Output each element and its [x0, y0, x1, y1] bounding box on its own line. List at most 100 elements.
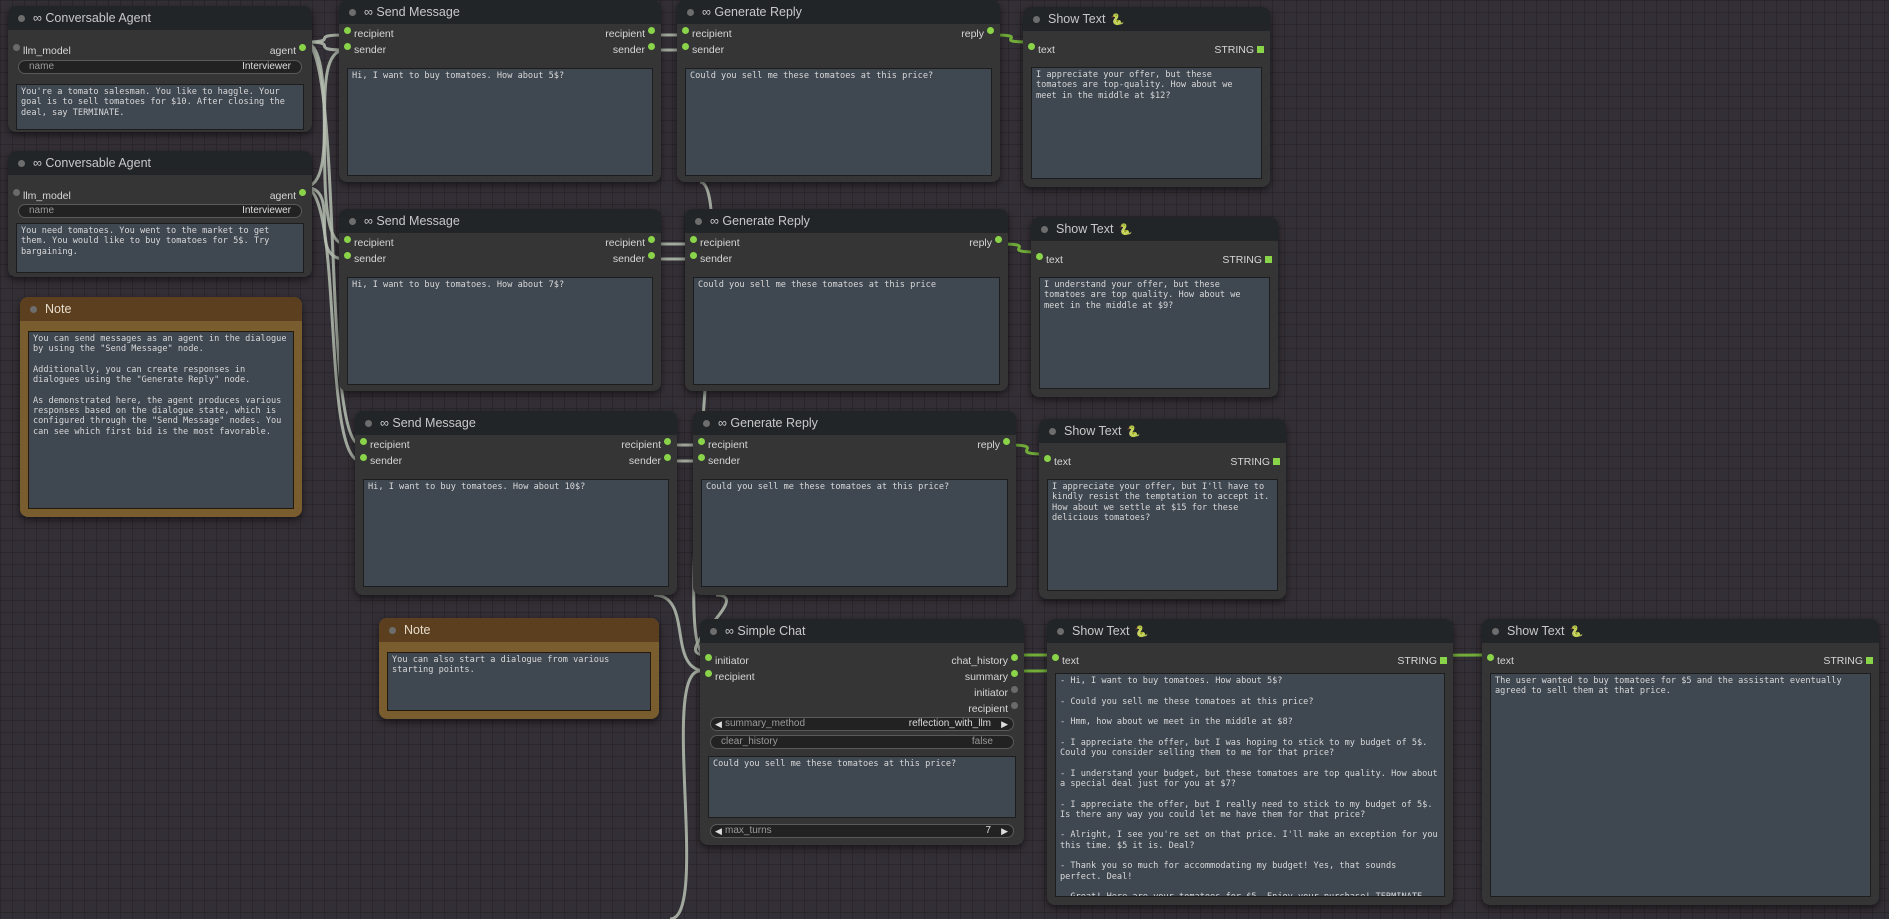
node-header[interactable]: Show Text 🐍 — [1047, 619, 1453, 643]
summary-method-combo[interactable]: ◀ summary_method reflection_with_llm ▶ — [710, 717, 1014, 731]
sender-input-slot[interactable] — [344, 43, 351, 50]
reply-output-slot[interactable] — [1003, 438, 1010, 445]
show-text-node-3[interactable]: Show Text 🐍 text STRING I appreciate your… — [1039, 419, 1286, 599]
name-widget[interactable]: name Interviewer — [18, 60, 302, 74]
send-message-node-10[interactable]: ∞ Send Message recipient recipient sende… — [355, 411, 677, 595]
clear-history-toggle[interactable]: clear_history false — [710, 735, 1014, 749]
collapse-dot-icon[interactable] — [710, 627, 717, 635]
text-input-slot[interactable] — [1036, 253, 1043, 260]
sender-input-slot[interactable] — [690, 252, 697, 259]
sender-input-slot[interactable] — [344, 252, 351, 259]
collapse-dot-icon[interactable] — [30, 305, 37, 313]
collapse-dot-icon[interactable] — [389, 626, 396, 634]
decrement-arrow-icon[interactable]: ◀ — [715, 825, 722, 837]
recipient-output-slot[interactable] — [664, 438, 671, 445]
sender-input-slot[interactable] — [682, 43, 689, 50]
increment-arrow-icon[interactable]: ▶ — [1001, 825, 1008, 837]
text-input-slot[interactable] — [1052, 654, 1059, 661]
recipient-input-slot[interactable] — [682, 27, 689, 34]
conversable-agent-node-seller[interactable]: ∞ Conversable Agent llm_model agent name… — [8, 6, 312, 132]
show-text-textarea[interactable]: The user wanted to buy tomatoes for $5 a… — [1490, 673, 1871, 897]
node-header[interactable]: Show Text 🐍 — [1482, 619, 1879, 643]
node-header[interactable]: Note — [20, 297, 302, 321]
string-output-list-slot[interactable] — [1440, 657, 1447, 664]
show-text-textarea[interactable]: - Hi, I want to buy tomatoes. How about … — [1055, 673, 1445, 897]
node-header[interactable]: ∞ Generate Reply — [677, 0, 1000, 24]
system-message-textarea[interactable]: You're a tomato salesman. You like to ha… — [16, 84, 304, 130]
text-input-slot[interactable] — [1044, 455, 1051, 462]
llm-model-input-slot[interactable] — [13, 189, 20, 196]
string-output-list-slot[interactable] — [1265, 256, 1272, 263]
text-input-slot[interactable] — [1487, 654, 1494, 661]
recipient-input-slot[interactable] — [698, 438, 705, 445]
conversable-agent-node-buyer[interactable]: ∞ Conversable Agent llm_model agent name… — [8, 151, 312, 277]
note-textarea[interactable]: You can also start a dialogue from vario… — [387, 652, 651, 711]
message-textarea[interactable]: Hi, I want to buy tomatoes. How about 5$… — [347, 68, 653, 176]
show-text-node-1[interactable]: Show Text 🐍 text STRING I appreciate your… — [1023, 7, 1270, 187]
string-output-list-slot[interactable] — [1273, 458, 1280, 465]
generate-reply-node-1[interactable]: ∞ Generate Reply recipient reply sender … — [677, 0, 1000, 182]
collapse-dot-icon[interactable] — [1492, 627, 1499, 635]
string-output-list-slot[interactable] — [1866, 657, 1873, 664]
node-header[interactable]: ∞ Send Message — [339, 0, 661, 24]
text-input-slot[interactable] — [1028, 43, 1035, 50]
node-header[interactable]: ∞ Generate Reply — [685, 209, 1008, 233]
node-header[interactable]: Show Text 🐍 — [1031, 217, 1278, 241]
initiator-input-slot[interactable] — [705, 654, 712, 661]
recipient-output-slot[interactable] — [648, 236, 655, 243]
collapse-dot-icon[interactable] — [365, 419, 372, 427]
node-header[interactable]: ∞ Generate Reply — [693, 411, 1016, 435]
note-node-starting-points[interactable]: Note You can also start a dialogue from … — [379, 618, 659, 719]
message-textarea[interactable]: Hi, I want to buy tomatoes. How about 10… — [363, 479, 669, 587]
note-node-instructions[interactable]: Note You can send messages as an agent i… — [20, 297, 302, 517]
send-message-node-5[interactable]: ∞ Send Message recipient recipient sende… — [339, 0, 661, 182]
message-textarea[interactable]: Could you sell me these tomatoes at this… — [708, 756, 1016, 818]
system-message-textarea[interactable]: You need tomatoes. You went to the marke… — [16, 223, 304, 273]
collapse-dot-icon[interactable] — [1041, 225, 1048, 233]
collapse-dot-icon[interactable] — [1057, 627, 1064, 635]
node-header[interactable]: ∞ Conversable Agent — [8, 151, 312, 175]
recipient-output-slot[interactable] — [1011, 702, 1018, 709]
collapse-dot-icon[interactable] — [349, 217, 356, 225]
reply-textarea[interactable]: Could you sell me these tomatoes at this… — [685, 68, 992, 176]
collapse-dot-icon[interactable] — [18, 14, 25, 22]
recipient-input-slot[interactable] — [705, 670, 712, 677]
collapse-dot-icon[interactable] — [349, 8, 356, 16]
agent-output-slot[interactable] — [299, 44, 306, 51]
collapse-dot-icon[interactable] — [695, 217, 702, 225]
node-header[interactable]: ∞ Send Message — [355, 411, 677, 435]
recipient-input-slot[interactable] — [344, 27, 351, 34]
node-header[interactable]: Show Text 🐍 — [1039, 419, 1286, 443]
collapse-dot-icon[interactable] — [1049, 427, 1056, 435]
reply-textarea[interactable]: Could you sell me these tomatoes at this… — [701, 479, 1008, 587]
increment-arrow-icon[interactable]: ▶ — [1001, 718, 1008, 730]
agent-output-slot[interactable] — [299, 189, 306, 196]
simple-chat-node[interactable]: ∞ Simple Chat initiator recipient chat_h… — [700, 619, 1024, 845]
reply-textarea[interactable]: Could you sell me these tomatoes at this… — [693, 277, 1000, 385]
show-text-textarea[interactable]: I understand your offer, but these tomat… — [1039, 277, 1270, 389]
recipient-input-slot[interactable] — [360, 438, 367, 445]
node-header[interactable]: Note — [379, 618, 659, 642]
show-text-textarea[interactable]: I appreciate your offer, but I'll have t… — [1047, 479, 1278, 591]
string-output-list-slot[interactable] — [1257, 46, 1264, 53]
recipient-output-slot[interactable] — [648, 27, 655, 34]
collapse-dot-icon[interactable] — [687, 8, 694, 16]
collapse-dot-icon[interactable] — [1033, 15, 1040, 23]
summary-output-slot[interactable] — [1011, 670, 1018, 677]
show-text-node-2[interactable]: Show Text 🐍 text STRING I understand your… — [1031, 217, 1278, 397]
collapse-dot-icon[interactable] — [18, 159, 25, 167]
decrement-arrow-icon[interactable]: ◀ — [715, 718, 722, 730]
node-header[interactable]: ∞ Send Message — [339, 209, 661, 233]
generate-reply-node-2[interactable]: ∞ Generate Reply recipient reply sender … — [685, 209, 1008, 391]
recipient-input-slot[interactable] — [690, 236, 697, 243]
sender-output-slot[interactable] — [664, 454, 671, 461]
chat-history-output-slot[interactable] — [1011, 654, 1018, 661]
sender-input-slot[interactable] — [360, 454, 367, 461]
sender-output-slot[interactable] — [648, 252, 655, 259]
note-textarea[interactable]: You can send messages as an agent in the… — [28, 331, 294, 509]
reply-output-slot[interactable] — [987, 27, 994, 34]
sender-output-slot[interactable] — [648, 43, 655, 50]
show-text-node-chat-history[interactable]: Show Text 🐍 text STRING - Hi, I want to b… — [1047, 619, 1453, 905]
collapse-dot-icon[interactable] — [703, 419, 710, 427]
send-message-node-7[interactable]: ∞ Send Message recipient recipient sende… — [339, 209, 661, 391]
